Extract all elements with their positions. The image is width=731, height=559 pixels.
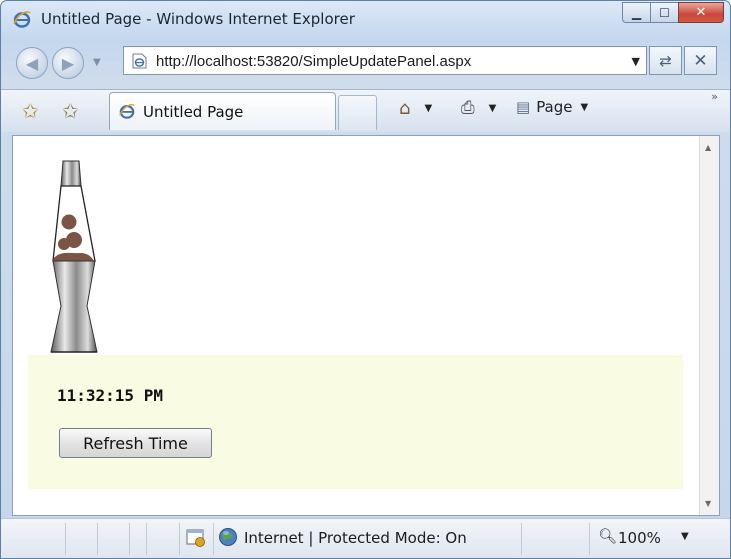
globe-icon [219,528,237,546]
update-panel: 11:32:15 PM Refresh Time [28,355,683,489]
stop-button[interactable]: ✕ [684,46,717,75]
refresh-time-button[interactable]: Refresh Time [59,428,212,458]
lava-lamp-image [50,160,98,353]
minimize-icon: ▁ [631,5,642,20]
page-content: 11:32:15 PM Refresh Time ▲ ▼ [12,135,720,516]
zoom-dropdown-icon[interactable]: ▼ [681,531,689,542]
tab-label: Untitled Page [143,103,244,121]
status-separator [129,523,130,555]
ie-tab-icon [119,103,135,119]
status-separator [213,523,214,555]
home-dropdown-icon[interactable]: ▼ [424,103,432,114]
forward-button[interactable]: ▶ [52,47,84,79]
tab-untitled-page[interactable]: Untitled Page [109,92,336,130]
page-dropdown-icon[interactable]: ▼ [581,102,589,113]
ie-logo-icon [13,11,31,28]
home-button[interactable]: ⌂ ▼ [399,98,432,119]
status-bar: Internet | Protected Mode: On 🔍︎ 100% ▼ [1,518,730,558]
window-title: Untitled Page - Windows Internet Explore… [41,10,355,28]
zoom-icon[interactable]: 🔍︎ [598,527,617,545]
status-separator [146,523,147,555]
maximize-button[interactable]: ☐ [650,2,678,23]
add-favorites-icon[interactable]: ✩ [62,99,79,123]
page-menu-button[interactable]: ▤ Page ▼ [516,98,588,116]
page-menu-label: Page [536,98,573,116]
page-menu-icon: ▤ [516,98,531,116]
recent-pages-dropdown-icon[interactable]: ▼ [93,57,101,68]
navigation-bar: ◀ ▶ ▼ http://localhost:53820/SimpleUpdat… [1,39,730,83]
close-icon: ✕ [695,5,707,20]
forward-arrow-icon: ▶ [61,53,75,73]
chevron-more-icon[interactable]: » [711,90,718,103]
printer-icon: ⎙ [461,98,475,118]
new-tab-button[interactable] [338,95,377,130]
address-dropdown-icon[interactable]: ▼ [632,55,640,68]
home-icon: ⌂ [399,98,411,119]
maximize-icon: ☐ [659,5,670,20]
scroll-down-icon[interactable]: ▼ [705,499,711,508]
status-separator [521,523,522,555]
favorites-star-icon[interactable]: ✩ [22,99,39,123]
refresh-page-button[interactable]: ⇄ [649,46,682,75]
url-text[interactable]: http://localhost:53820/SimpleUpdatePanel… [156,53,471,70]
back-arrow-icon: ◀ [25,53,39,73]
title-bar: Untitled Page - Windows Internet Explore… [1,1,730,35]
close-button[interactable]: ✕ [678,2,724,23]
tab-toolbar: ✩ ✩ Untitled Page ⌂ ▼ ⎙ ▼ ▤ Page ▼ » [1,89,730,132]
security-zone-text[interactable]: Internet | Protected Mode: On [244,529,467,547]
scroll-up-icon[interactable]: ▲ [705,143,711,152]
stop-icon: ✕ [693,50,708,71]
page-icon [132,53,147,69]
zoom-level[interactable]: 100% [618,529,661,547]
minimize-button[interactable]: ▁ [622,2,650,23]
back-button[interactable]: ◀ [16,47,48,79]
refresh-icon: ⇄ [659,51,672,70]
print-dropdown-icon[interactable]: ▼ [489,103,497,114]
status-separator [589,523,590,555]
status-separator [179,523,180,555]
status-separator [65,523,66,555]
print-button[interactable]: ⎙ ▼ [461,98,496,118]
caption-buttons: ▁ ☐ ✕ [622,2,724,24]
status-separator [97,523,98,555]
time-label: 11:32:15 PM [57,386,163,405]
protected-mode-icon[interactable] [185,528,207,548]
vertical-scrollbar[interactable]: ▲ ▼ [699,136,719,515]
address-bar[interactable]: http://localhost:53820/SimpleUpdatePanel… [123,46,647,75]
browser-window: Untitled Page - Windows Internet Explore… [0,0,731,559]
